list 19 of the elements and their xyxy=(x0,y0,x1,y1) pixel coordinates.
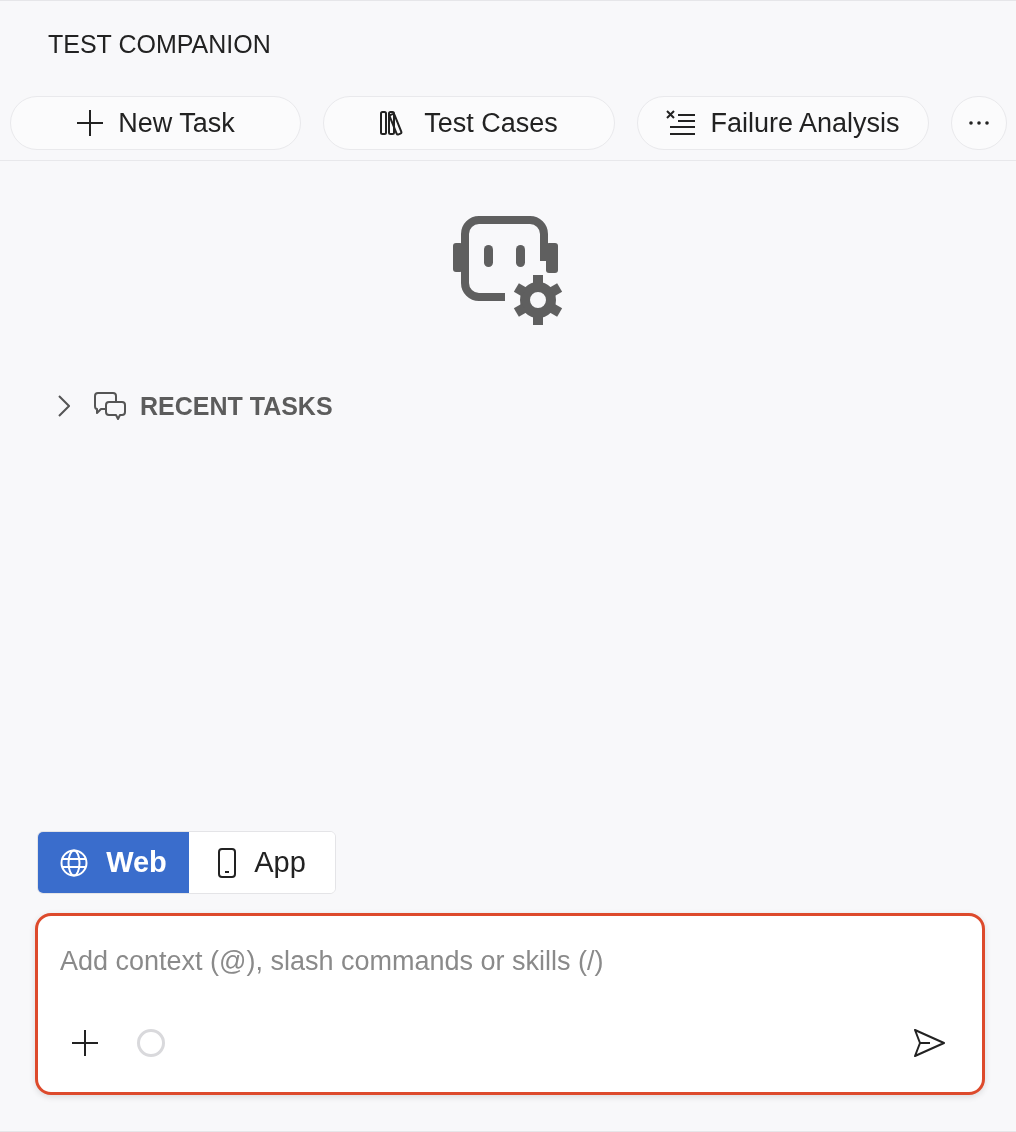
chat-bubbles-icon xyxy=(94,391,126,421)
phone-icon xyxy=(218,847,237,878)
send-icon xyxy=(913,1029,945,1057)
mode-tab[interactable]: Web xyxy=(38,832,189,893)
message-input[interactable]: Add context (@), slash commands or skills (/) xyxy=(60,939,960,983)
plus-icon xyxy=(71,1029,99,1057)
toolbar-button[interactable]: New Task xyxy=(10,96,301,150)
globe-icon xyxy=(60,848,89,877)
toolbar-button[interactable]: Failure Analysis xyxy=(637,96,929,150)
more-icon xyxy=(969,121,989,125)
send-button[interactable] xyxy=(913,1029,945,1057)
panel-title: TEST COMPANION xyxy=(48,29,272,59)
add-button[interactable] xyxy=(71,1029,99,1057)
list-x-icon xyxy=(666,110,697,136)
plus-icon xyxy=(76,109,105,137)
robot-gear-icon xyxy=(452,215,564,327)
ring-icon xyxy=(137,1029,165,1057)
toolbar-button[interactable]: Test Cases xyxy=(323,96,615,150)
recent-tasks-toggle[interactable]: RECENT TASKS xyxy=(58,386,333,426)
